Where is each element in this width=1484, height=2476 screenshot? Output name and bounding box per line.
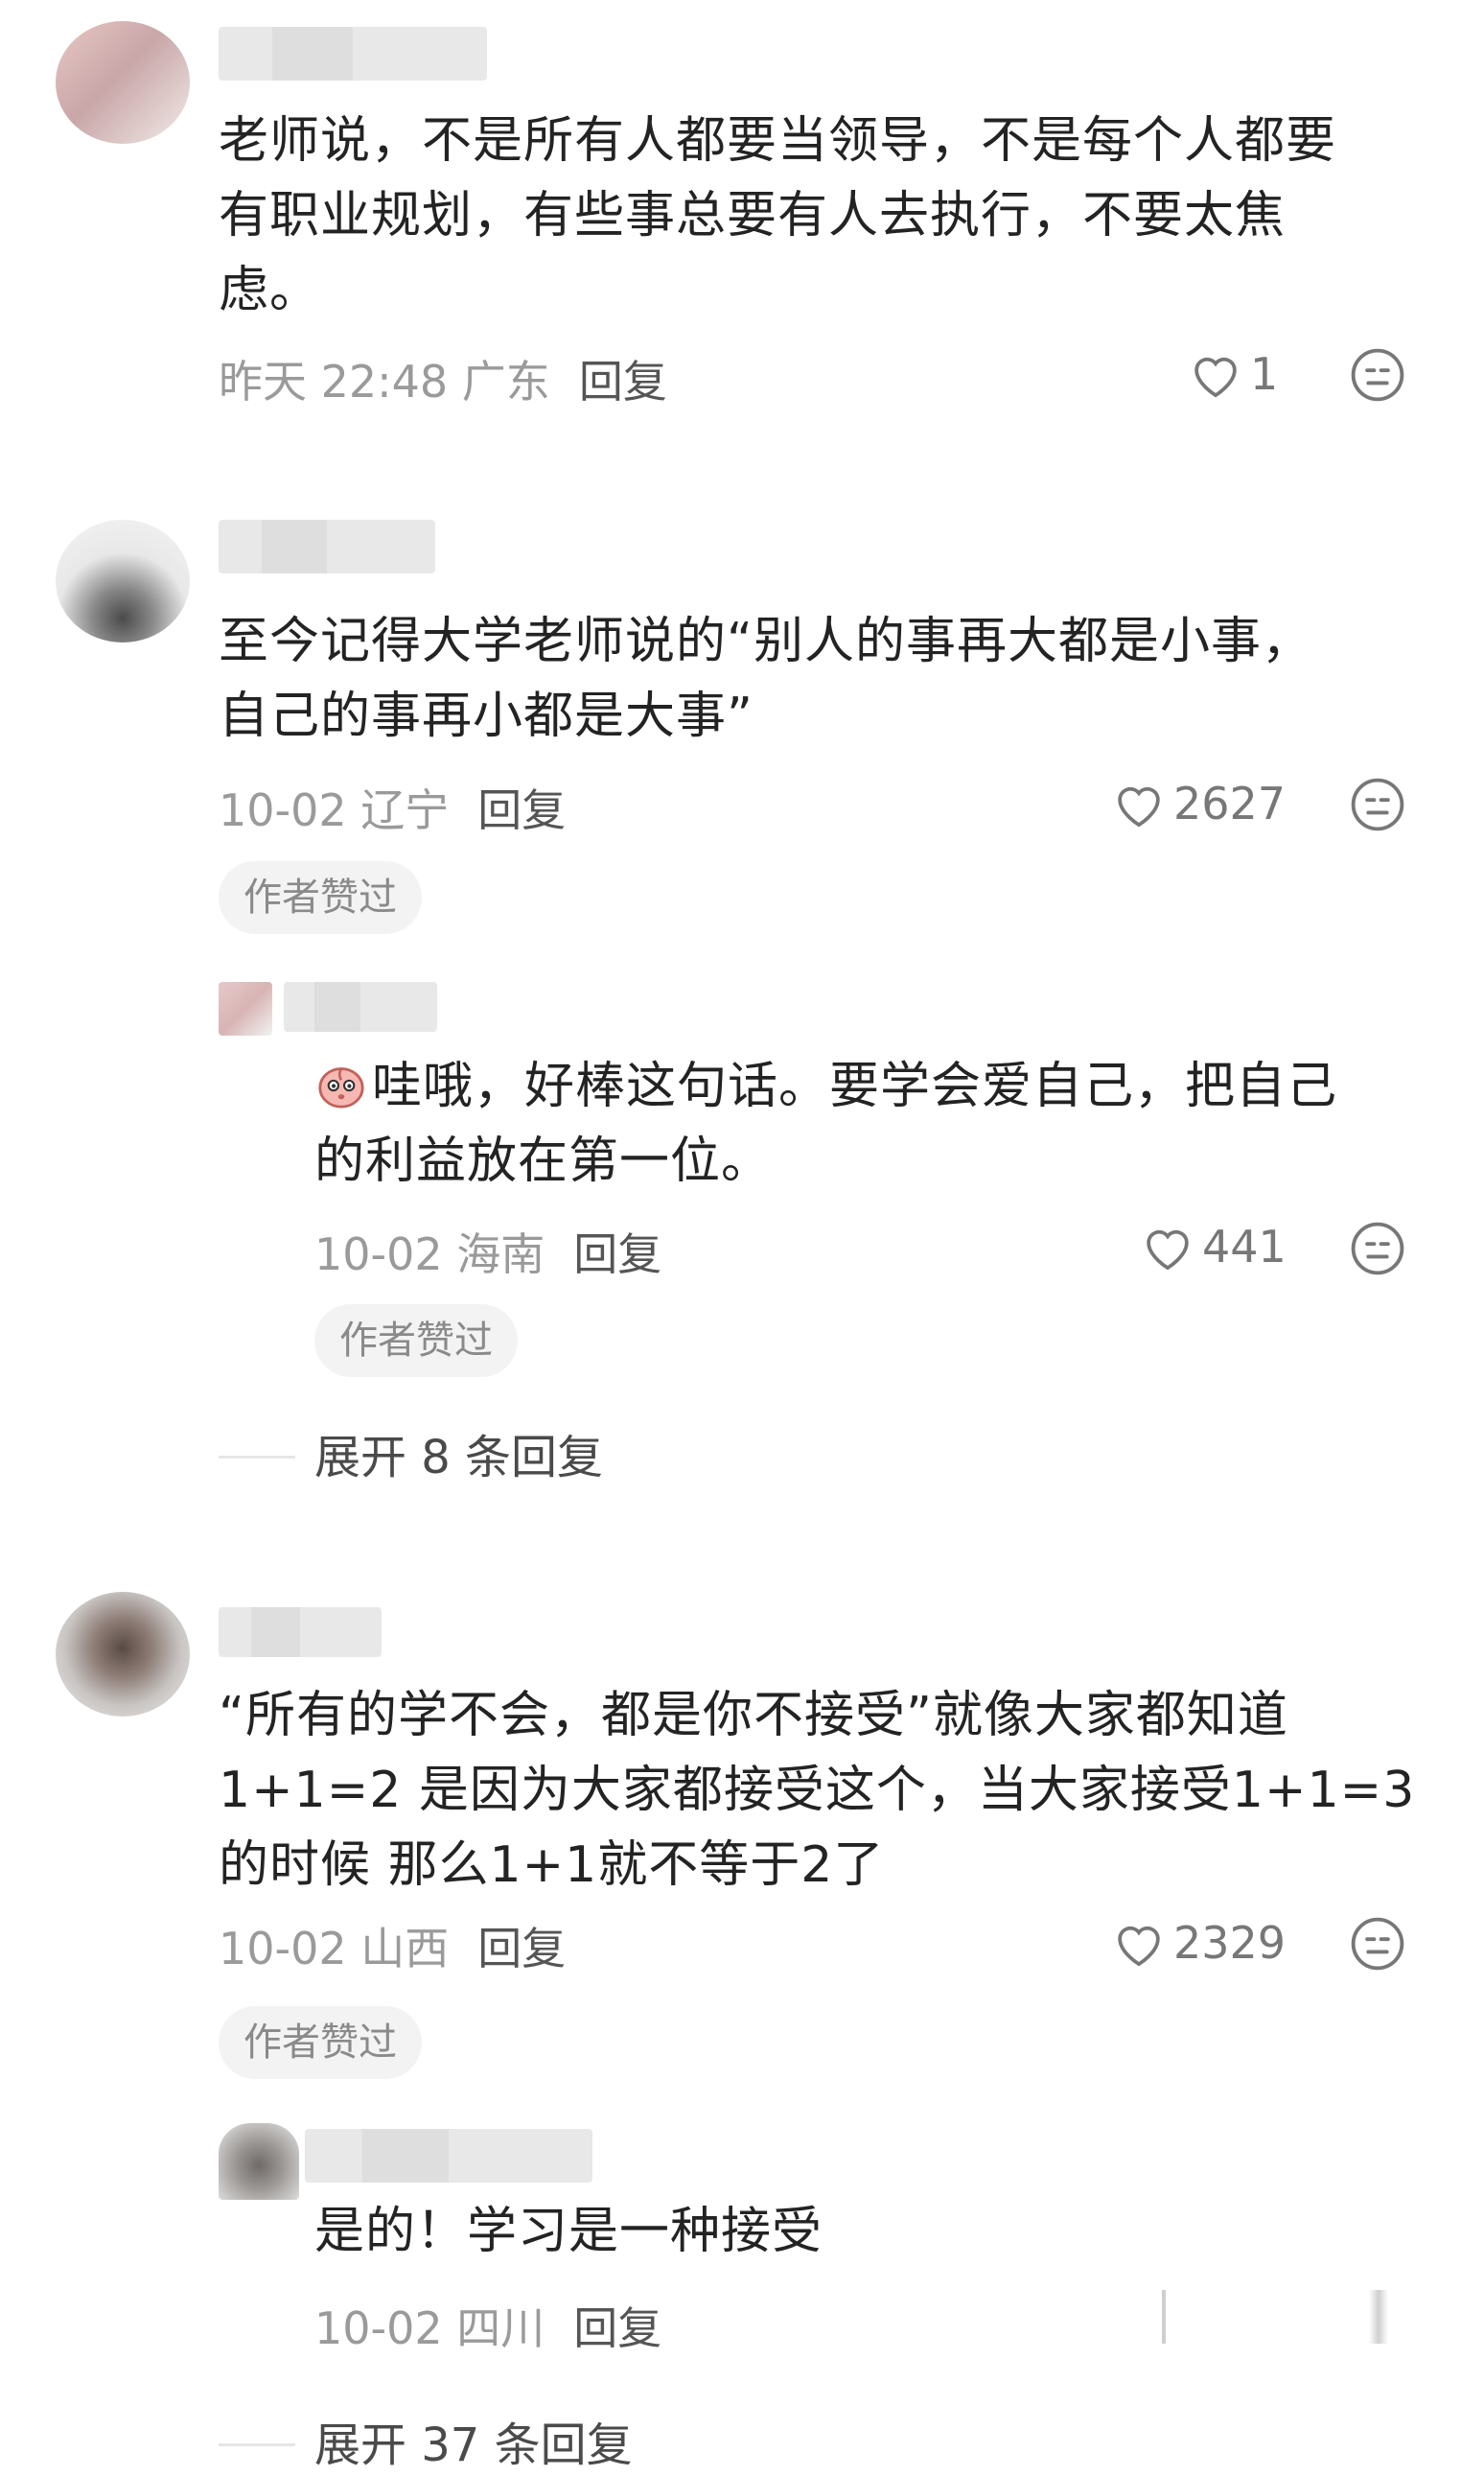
heart-outline-icon bbox=[1194, 357, 1237, 398]
time-location: 昨天 22:48 广东 bbox=[219, 356, 550, 408]
reply-text-line: 是的！学习是一种接受 bbox=[314, 2203, 823, 2260]
comment-text-line: 虑。 bbox=[219, 262, 321, 319]
reply-meta: 10-02 海南 回复 bbox=[314, 1226, 661, 1283]
reply-button[interactable]: 回复 bbox=[573, 1228, 661, 1280]
avatar[interactable] bbox=[219, 2123, 299, 2200]
reply-button[interactable]: 回复 bbox=[579, 356, 667, 408]
neutral-face-icon[interactable] bbox=[1350, 1221, 1405, 1276]
time-location: 10-02 四川 bbox=[314, 2302, 545, 2354]
like-button[interactable]: 1 bbox=[1189, 345, 1278, 403]
neutral-face-icon[interactable] bbox=[1350, 347, 1405, 403]
like-button[interactable]: 441 bbox=[1141, 1218, 1287, 1275]
dislike-button-obscured[interactable] bbox=[1369, 2290, 1388, 2344]
time-location: 10-02 辽宁 bbox=[219, 784, 450, 836]
comment-text: 老师说，不是所有人都要当领导，不是每个人都要 有职业规划，有些事总要有人去执行，… bbox=[219, 104, 1426, 328]
reply-button[interactable]: 回复 bbox=[573, 2302, 661, 2354]
heart-outline-icon bbox=[1118, 786, 1160, 828]
time-location: 10-02 海南 bbox=[314, 1228, 545, 1280]
avatar[interactable] bbox=[56, 21, 190, 144]
heart-outline-icon bbox=[1147, 1229, 1189, 1271]
avatar[interactable] bbox=[56, 520, 190, 642]
comment-meta: 10-02 辽宁 回复 bbox=[219, 782, 566, 839]
expand-replies-button[interactable]: 展开 8 条回复 bbox=[314, 1427, 603, 1488]
reply-meta: 10-02 四川 回复 bbox=[314, 2300, 661, 2357]
reply-button[interactable]: 回复 bbox=[477, 784, 566, 836]
heart-outline-icon bbox=[1118, 1926, 1160, 1967]
comment-meta: 10-02 山西 回复 bbox=[219, 1920, 566, 1977]
username[interactable] bbox=[305, 2129, 592, 2183]
author-liked-badge: 作者赞过 bbox=[314, 1304, 518, 1377]
comment-text-line: 有职业规划，有些事总要有人去执行，不要太焦 bbox=[219, 187, 1287, 245]
comment-meta: 昨天 22:48 广东 回复 bbox=[219, 353, 667, 410]
like-count: 1 bbox=[1250, 348, 1279, 400]
like-button-obscured[interactable] bbox=[1162, 2290, 1166, 2344]
username[interactable] bbox=[219, 27, 487, 81]
comment-text-line: 1+1=2 是因为大家都接受这个，当大家接受1+1=3 bbox=[219, 1762, 1416, 1819]
comment-text-line: 的时候 那么1+1就不等于2了 bbox=[219, 1836, 885, 1894]
username[interactable] bbox=[219, 520, 435, 573]
comment-text: “所有的学不会，都是你不接受”就像大家都知道 1+1=2 是因为大家都接受这个，… bbox=[219, 1678, 1446, 1903]
time-location: 10-02 山西 bbox=[219, 1923, 450, 1974]
like-count: 2627 bbox=[1173, 778, 1287, 829]
reply-text: 是的！学习是一种接受 bbox=[314, 2194, 1426, 2269]
like-count: 441 bbox=[1202, 1221, 1287, 1273]
reply-text: 哇哦，好棒这句话。要学会爱自己，把自己 的利益放在第一位。 bbox=[314, 1049, 1426, 1199]
comment-text-line: “所有的学不会，都是你不接受”就像大家都知道 bbox=[219, 1687, 1288, 1744]
divider bbox=[219, 1456, 295, 1459]
like-button[interactable]: 2329 bbox=[1112, 1914, 1286, 1972]
neutral-face-icon[interactable] bbox=[1350, 777, 1405, 832]
username[interactable] bbox=[284, 982, 437, 1032]
comment-text-line: 自己的事再小都是大事” bbox=[219, 688, 754, 745]
reply-text-line: 哇哦，好棒这句话。要学会爱自己，把自己 bbox=[314, 1049, 1426, 1124]
like-count: 2329 bbox=[1173, 1917, 1287, 1969]
reply-button[interactable]: 回复 bbox=[477, 1923, 566, 1974]
reply-text-line: 的利益放在第一位。 bbox=[314, 1133, 773, 1190]
reply-text-content: 哇哦，好棒这句话。要学会爱自己，把自己 bbox=[372, 1058, 1338, 1115]
author-liked-badge: 作者赞过 bbox=[219, 861, 422, 934]
avatar[interactable] bbox=[219, 982, 272, 1036]
comment-text: 至今记得大学老师说的“别人的事再大都是小事， 自己的事再小都是大事” bbox=[219, 604, 1426, 754]
expand-replies-button[interactable]: 展开 37 条回复 bbox=[314, 2415, 633, 2476]
neutral-face-icon[interactable] bbox=[1350, 1916, 1405, 1972]
username[interactable] bbox=[219, 1607, 382, 1657]
like-button[interactable]: 2627 bbox=[1112, 775, 1286, 832]
author-liked-badge: 作者赞过 bbox=[219, 2006, 422, 2079]
comment-text-line: 至今记得大学老师说的“别人的事再大都是小事， bbox=[219, 613, 1312, 670]
comment-text-line: 老师说，不是所有人都要当领导，不是每个人都要 bbox=[219, 112, 1337, 170]
divider bbox=[219, 2443, 295, 2446]
avatar[interactable] bbox=[56, 1592, 190, 1717]
peach-face-emoji-icon bbox=[314, 1059, 368, 1112]
